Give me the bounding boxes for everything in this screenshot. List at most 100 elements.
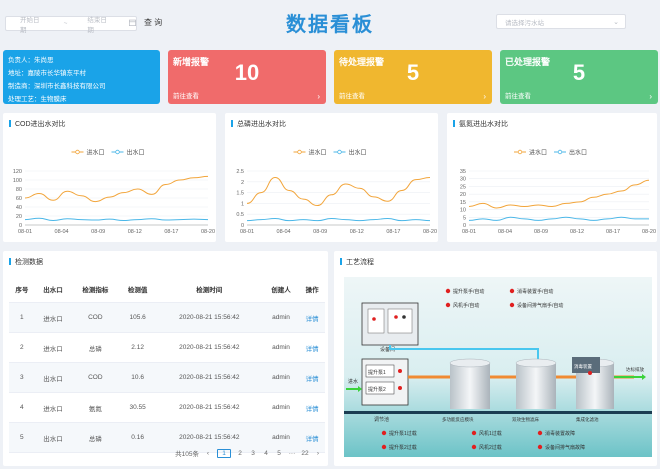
pump1-label: 提升泵1 [368,369,386,376]
pending-alarm-card[interactable]: 待处理报警 5 前往查看 › [334,50,492,104]
address-text: 地址：嘉陵市长华镇东平村 [8,70,86,77]
page-button-4[interactable]: 4 [262,450,270,457]
pending-alarm-link[interactable]: 前往查看 [339,90,365,100]
owner-text: 负责人：朱尚思 [8,57,54,64]
x-tick-label: 08-01 [462,229,476,235]
next-page-button[interactable]: › [314,450,322,457]
table-row: 1 进水口 COD 105.6 2020-08-21 15:56:42 admin 详情 [9,302,325,333]
status-label: 提升泵1过载 [389,430,417,437]
legend-label: 出水口 [569,149,587,157]
status-label: 提升泵手/自动 [453,288,484,295]
table-cell: 2020-08-21 15:56:42 [156,332,263,363]
inlet-label: 进水 [348,378,358,385]
table-cell: admin [262,392,300,423]
legend-marker [557,149,563,155]
y-tick-label: 40 [16,205,22,211]
detail-link[interactable]: 详情 [299,392,325,423]
series-line [246,218,431,222]
legend-label: 进水口 [529,149,547,157]
manufacturer-text: 制造商：深圳市长鑫科技有限公司 [8,83,106,90]
process-title: 工艺流程 [340,257,374,267]
detail-link[interactable]: 详情 [299,362,325,393]
x-tick-label: 08-01 [18,229,32,235]
station-info-card: 负责人：朱尚思 地址：嘉陵市长华镇东平村 制造商：深圳市长鑫科技有限公司 处理工… [3,50,160,104]
page-button-last[interactable]: 22 [301,450,309,457]
nh-line-chart: 进水口 出水口0510152025303508-01 08-04 08-09 08-12… [460,149,656,236]
y-tick-label: 25 [460,184,466,190]
table-cell: 0.16 [119,422,156,453]
x-tick-label: 08-04 [55,229,69,235]
col-header: 检测指标 [71,276,120,303]
x-tick-label: 08-20 [201,229,215,235]
table-cell: 2 [9,332,35,363]
table-cell: 总磷 [71,422,120,453]
pump2-label: 提升泵2 [368,386,386,393]
cod-chart-panel: COD进出水对比 进水口 出水口 0 20 40 60 80 100 120 08-01 08-04… [3,113,216,242]
handled-alarm-count: 5 [572,60,586,85]
y-tick-label: 1.5 [236,191,244,197]
y-tick-label: 20 [16,214,22,220]
page-button-5[interactable]: 5 [275,450,283,457]
new-alarm-count: 10 [234,60,260,85]
table-cell: 30.55 [119,392,156,423]
table-cell: 105.6 [119,302,156,333]
detail-link[interactable]: 详情 [299,332,325,363]
table-header-row: 序号 出水口 检测指标 检测值 检测时间 创建人 操作 [9,276,325,303]
legend-marker [517,149,523,155]
x-tick-label: 08-04 [498,229,512,235]
reactor2-label: 双效生物滤床 [512,416,539,423]
chevron-right-icon: › [317,92,320,101]
series-line [468,216,649,221]
status-label: 风机1过载 [479,430,502,437]
table-row: 3 出水口 COD 10.6 2020-08-21 15:56:42 admin 详情 [9,362,325,393]
page-button-2[interactable]: 2 [236,450,244,457]
series-line [24,217,209,222]
table-cell: 出水口 [34,422,72,453]
table-cell: 氨氮 [71,392,120,423]
x-tick-label: 08-09 [91,229,105,235]
outlet-label: 达标排放 [626,366,644,373]
x-tick-label: 08-12 [570,229,584,235]
y-tick-label: 2 [241,180,244,186]
status-label: 消毒装置手/自动 [517,288,553,295]
prev-page-button[interactable]: ‹ [204,450,212,457]
x-tick-label: 08-17 [386,229,400,235]
table-cell: 进水口 [34,302,72,333]
process-panel: 工艺流程 设备间 提升泵1 提升泵2 调节池 进水 消毒装置 多功能反应模块 双… [334,251,657,466]
handled-alarm-card[interactable]: 已处理报警 5 前往查看 › [500,50,658,104]
table-cell: 进水口 [34,392,72,423]
station-select[interactable]: 请选择污水站 ⌄ [496,14,626,29]
data-table-panel: 检测数据 序号 出水口 检测指标 检测值 检测时间 创建人 操作 1 进水口 COD… [3,251,328,466]
table-cell: 2020-08-21 15:56:42 [156,302,263,333]
handled-alarm-link[interactable]: 前往查看 [505,90,531,100]
process-text: 处理工艺：生物膜床 [8,96,67,103]
x-tick-label: 08-09 [534,229,548,235]
process-diagram: 设备间 提升泵1 提升泵2 调节池 进水 消毒装置 多功能反应模块 双效生物滤床… [344,277,652,457]
table-cell: COD [71,302,120,333]
disinfect-label: 消毒装置 [574,363,592,370]
x-tick-label: 08-17 [606,229,620,235]
legend-marker [337,149,342,155]
table-cell: admin [262,302,300,333]
table-row: 4 进水口 氨氮 30.55 2020-08-21 15:56:42 admin 详情 [9,392,325,423]
reactor-tank-1 [449,358,491,409]
pagination-ellipsis[interactable]: ··· [288,450,296,457]
table-cell: 3 [9,362,35,393]
new-alarm-card[interactable]: 新增报警 10 前往查看 › [168,50,326,104]
page-button-1[interactable]: 1 [217,448,231,458]
new-alarm-link[interactable]: 前往查看 [173,90,199,100]
x-tick-label: 08-01 [240,229,254,235]
data-table: 序号 出水口 检测指标 检测值 检测时间 创建人 操作 1 进水口 COD 105.6… [9,276,325,453]
status-label: 消毒装置故障 [545,430,575,437]
page-button-3[interactable]: 3 [249,450,257,457]
table-cell: 总磷 [71,332,120,363]
table-cell: 1 [9,302,35,333]
legend-label: 出水口 [349,149,367,157]
x-tick-label: 08-20 [642,229,656,235]
detail-link[interactable]: 详情 [299,302,325,333]
pagination: 共105条 ‹ 1 2 3 4 5 ··· 22 › [175,448,322,458]
ground-line [344,411,652,414]
col-header: 检测值 [119,276,156,303]
col-header: 操作 [299,276,325,303]
table-cell: COD [71,362,120,393]
